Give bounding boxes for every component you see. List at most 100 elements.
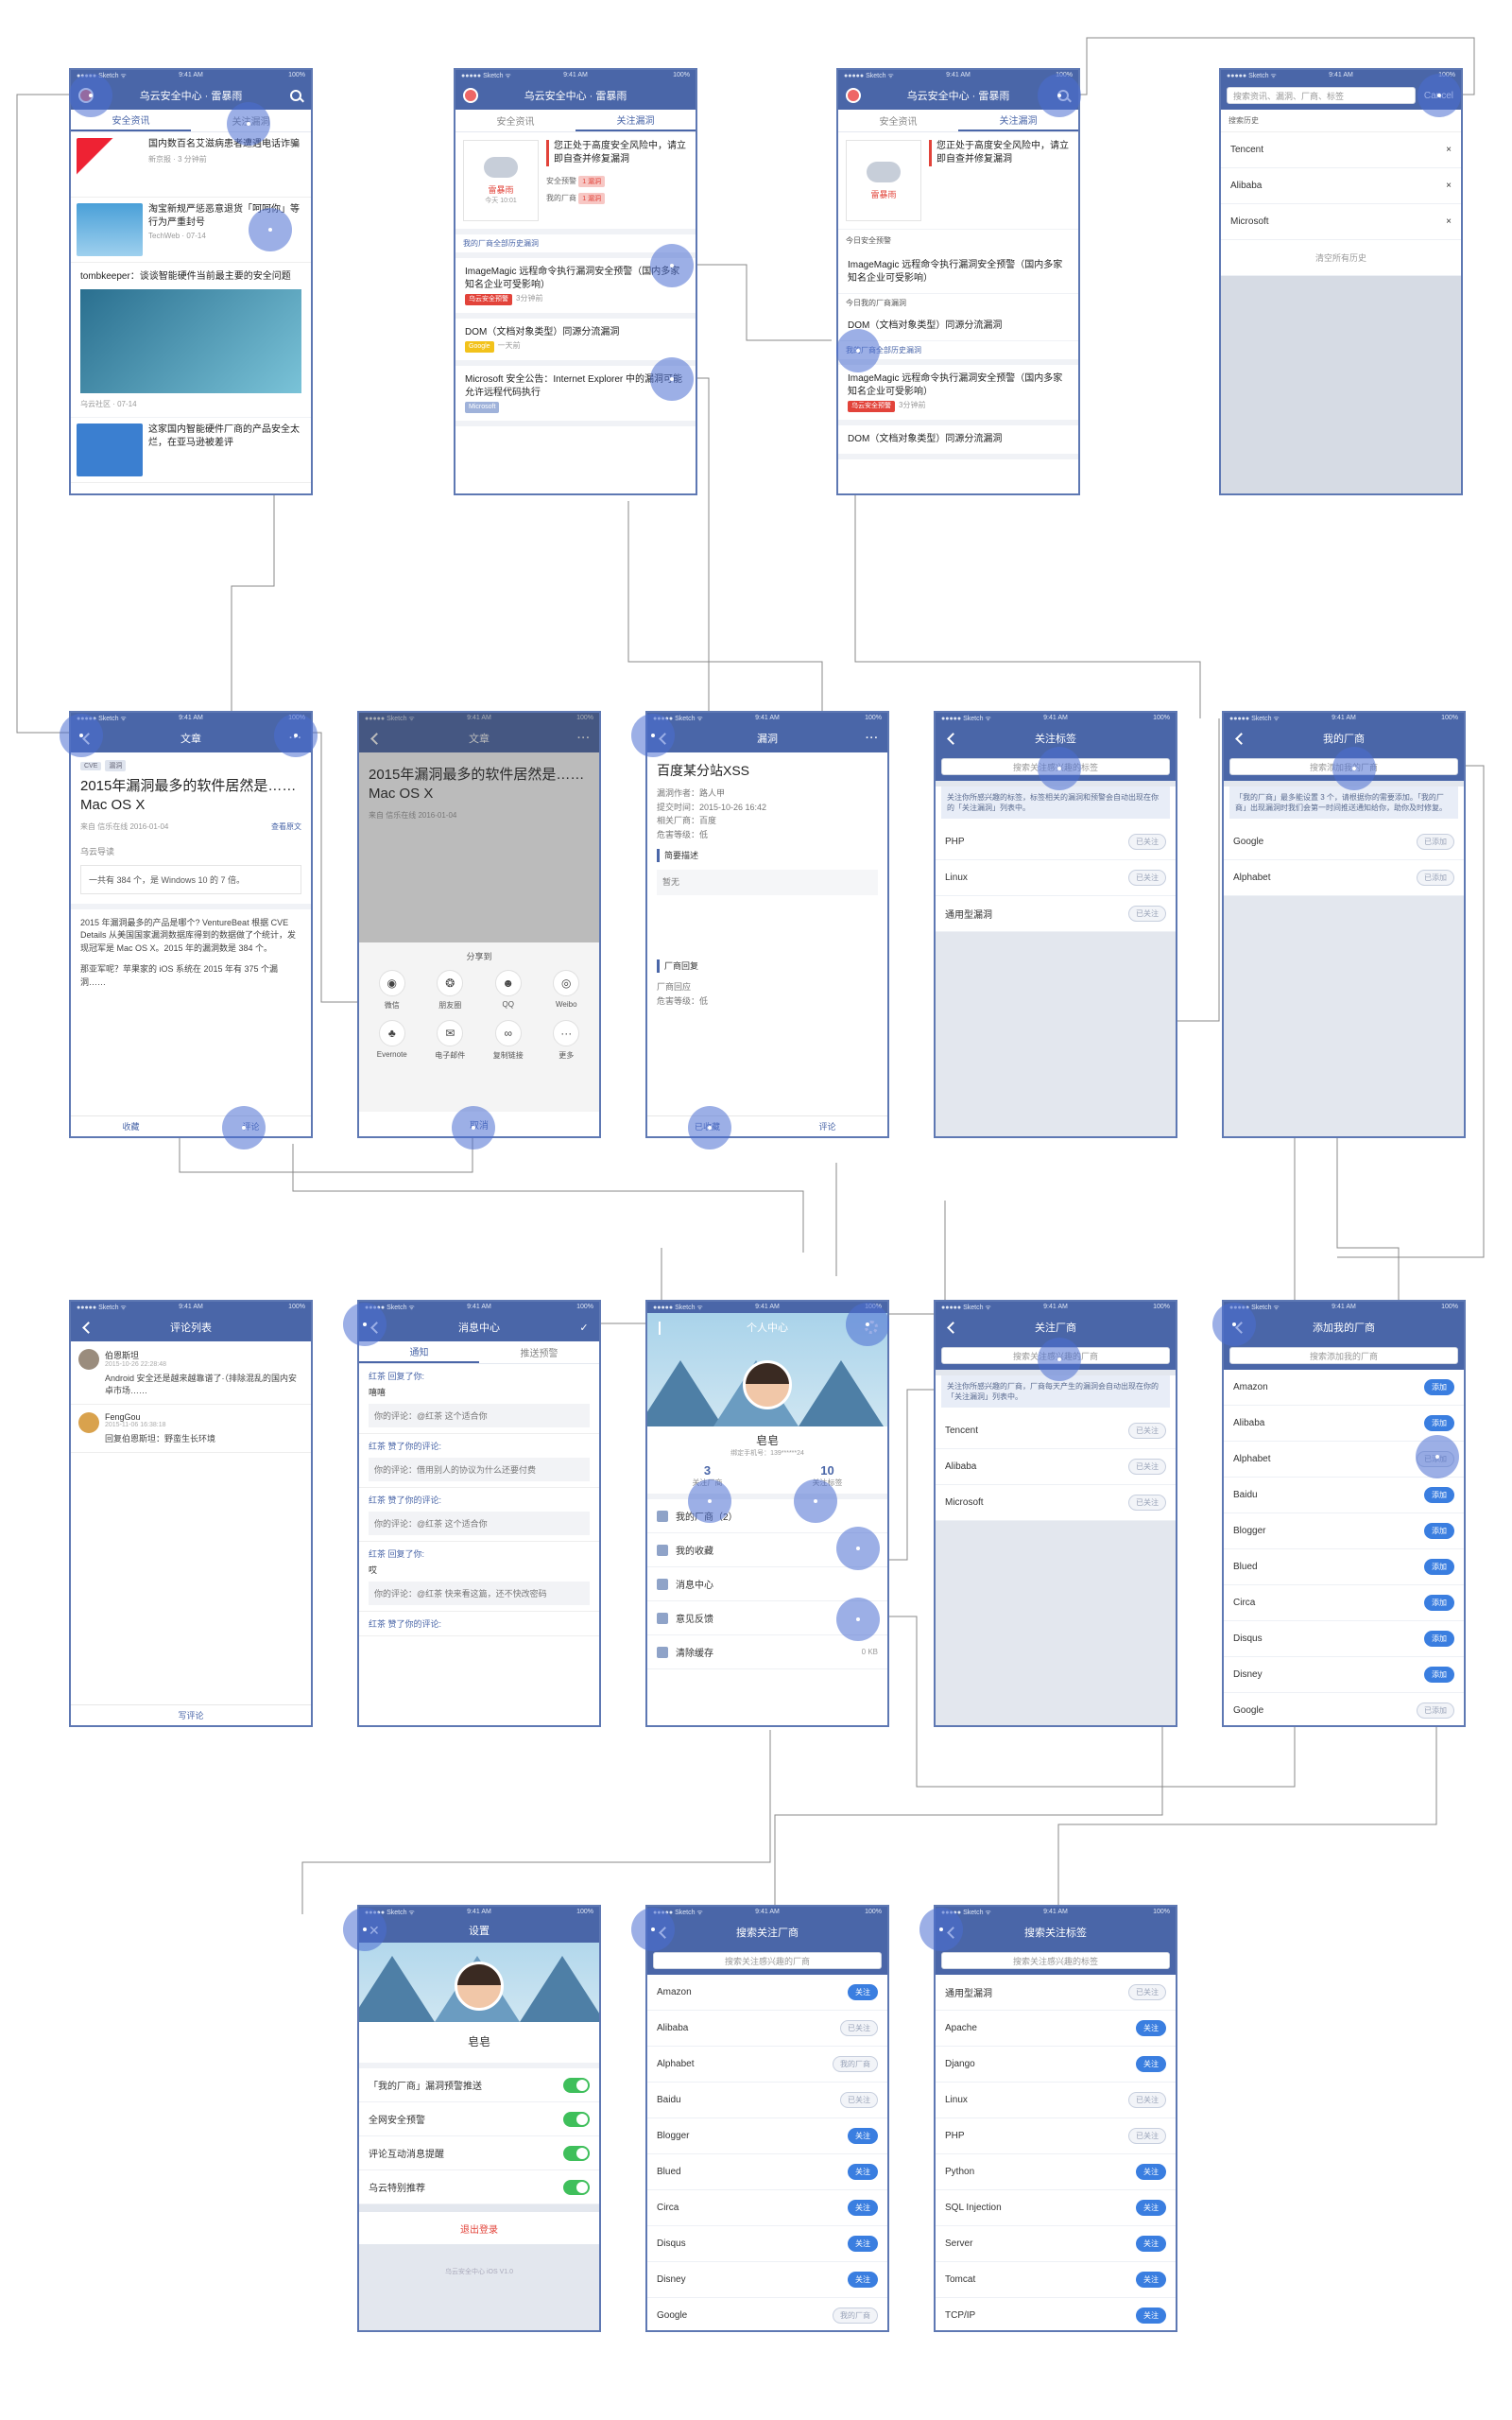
list-item[interactable]: Disney 关注 [647, 2262, 887, 2298]
tab-watched-vulns[interactable]: 关注漏洞 [958, 110, 1078, 131]
vendor-search-input[interactable]: 搜索添加我的厂商 [1229, 758, 1458, 775]
comment-button[interactable]: 评论 [767, 1116, 887, 1136]
list-item[interactable]: DOM（文档对象类型）同源分流漏洞 [838, 425, 1078, 459]
status-pill[interactable]: 添加 [1424, 1487, 1454, 1503]
list-item[interactable]: Circa 关注 [647, 2190, 887, 2226]
message-item[interactable]: 红茶 赞了你的评论: 你的评论：@红茶 这个适合你 [359, 1488, 599, 1542]
toggle-switch[interactable] [563, 2145, 590, 2161]
back-button[interactable] [78, 731, 94, 746]
close-button[interactable]: ✕ [369, 1923, 380, 1939]
list-item[interactable]: SQL Injection 关注 [936, 2190, 1176, 2226]
list-item[interactable]: Linux 已关注 [936, 860, 1176, 897]
status-pill[interactable]: 添加 [1424, 1667, 1454, 1683]
search-button[interactable] [1056, 87, 1071, 104]
toggle-switch[interactable] [563, 2111, 590, 2127]
search-button[interactable] [288, 87, 303, 104]
history-item[interactable]: Microsoft × [1221, 204, 1461, 240]
status-pill[interactable]: 添加 [1424, 1379, 1454, 1395]
list-item[interactable]: Microsoft 安全公告：Internet Explorer 中的漏洞可能允… [455, 366, 696, 426]
list-item[interactable]: Google 我的厂商 [647, 2298, 887, 2330]
status-pill[interactable]: 已添加 [1417, 1703, 1454, 1719]
list-item[interactable]: ImageMagic 远程命令执行漏洞安全预警（国内多家知名企业可受影响） 乌云安… [838, 365, 1078, 425]
cancel-button[interactable]: Cancel [1424, 87, 1453, 104]
list-item[interactable]: Baidu 添加 [1224, 1478, 1464, 1513]
list-item[interactable]: Disney 添加 [1224, 1657, 1464, 1693]
mark-read-button[interactable]: ✓ [576, 1319, 592, 1336]
setting-comment-notify[interactable]: 评论互动消息提醒 [359, 2136, 599, 2170]
close-icon[interactable]: × [1446, 145, 1452, 155]
list-item[interactable]: Linux 已关注 [936, 2083, 1176, 2118]
stat-vendors[interactable]: 3 关注厂商 [647, 1458, 767, 1494]
list-item[interactable]: Google 已添加 [1224, 824, 1464, 861]
status-pill[interactable]: 关注 [848, 1984, 878, 2000]
tab-security-news[interactable]: 安全资讯 [838, 110, 958, 131]
list-item[interactable]: Tencent 已关注 [936, 1413, 1176, 1450]
back-button[interactable] [1231, 731, 1247, 746]
status-pill[interactable]: 添加 [1424, 1523, 1454, 1539]
status-pill[interactable]: 我的厂商 [833, 2056, 878, 2072]
back-button[interactable] [655, 731, 671, 746]
list-item[interactable]: PHP 已关注 [936, 2118, 1176, 2154]
list-item[interactable]: Disqus 添加 [1224, 1621, 1464, 1657]
list-item[interactable]: Python 关注 [936, 2154, 1176, 2190]
status-pill[interactable]: 已关注 [840, 2020, 878, 2036]
risk-alert-card[interactable]: 雷暴雨 您正处于高度安全风险中，请立即自查并修复漏洞 [838, 132, 1078, 230]
comment-button[interactable]: 评论 [191, 1116, 311, 1136]
favorite-button[interactable]: 收藏 [71, 1116, 191, 1136]
list-item[interactable]: Django 关注 [936, 2047, 1176, 2083]
share-wechat[interactable]: ◉ 微信 [363, 970, 421, 1011]
vendor-search-input[interactable]: 搜索关注感兴趣的厂商 [653, 1952, 882, 1969]
avatar[interactable] [743, 1360, 792, 1409]
settings-button[interactable] [865, 1321, 878, 1334]
message-item[interactable]: 红茶 回复了你: 嘻嘻 你的评论：@红茶 这个适合你 [359, 1364, 599, 1434]
tab-watched-vulns[interactable]: 关注漏洞 [191, 110, 311, 131]
menu-favorites[interactable]: 我的收藏 [647, 1533, 887, 1567]
setting-vendor-push[interactable]: 「我的厂商」漏洞预警推送 [359, 2068, 599, 2102]
status-pill[interactable]: 关注 [1136, 2308, 1166, 2324]
list-item[interactable]: Alphabet 已添加 [1224, 860, 1464, 897]
status-pill[interactable]: 已关注 [1128, 1984, 1166, 2000]
share-weibo[interactable]: ◎ Weibo [538, 970, 596, 1011]
tab-security-news[interactable]: 安全资讯 [71, 110, 191, 131]
status-pill[interactable]: 关注 [848, 2200, 878, 2216]
close-icon[interactable]: × [1446, 181, 1452, 191]
tab-push-alerts[interactable]: 推送预警 [479, 1341, 599, 1363]
setting-recommend[interactable]: 乌云特别推荐 [359, 2170, 599, 2204]
logout-button[interactable]: 退出登录 [359, 2212, 599, 2244]
write-comment-button[interactable]: 写评论 [71, 1705, 311, 1725]
back-button[interactable] [655, 1322, 661, 1335]
history-item[interactable]: Alibaba × [1221, 168, 1461, 204]
list-item[interactable]: 这家国内智能硬件厂商的产品安全太烂，在亚马逊被差评 [71, 418, 311, 484]
list-item[interactable]: Alibaba 已关注 [647, 2011, 887, 2047]
risk-alert-card[interactable]: 雷暴雨 今天 10:01 您正处于高度安全风险中，请立即自查并修复漏洞 安全预警 … [455, 132, 696, 234]
status-pill[interactable]: 我的厂商 [833, 2308, 878, 2324]
share-more[interactable]: ··· 更多 [538, 1020, 596, 1061]
status-pill[interactable]: 关注 [1136, 2272, 1166, 2288]
list-item[interactable]: PHP 已关注 [936, 824, 1176, 861]
status-pill[interactable]: 已关注 [1128, 2092, 1166, 2108]
list-item[interactable]: Alibaba 添加 [1224, 1406, 1464, 1442]
status-pill[interactable]: 已关注 [1128, 2128, 1166, 2144]
list-item[interactable]: TCP/IP 关注 [936, 2298, 1176, 2330]
menu-my-vendors[interactable]: 我的厂商（2） [647, 1499, 887, 1533]
tab-notifications[interactable]: 通知 [359, 1341, 479, 1363]
list-item[interactable]: Server 关注 [936, 2226, 1176, 2262]
search-input[interactable]: 搜索资讯、漏洞、厂商、标签 [1227, 87, 1416, 104]
comment-item[interactable]: 伯恩斯坦 2015-10-26 22:28:48 Android 安全还是越来越靠谱… [71, 1341, 311, 1405]
status-pill[interactable]: 添加 [1424, 1559, 1454, 1575]
list-item[interactable]: 通用型漏洞 已关注 [936, 1975, 1176, 2011]
list-item[interactable]: Baidu 已关注 [647, 2083, 887, 2118]
list-item[interactable]: Amazon 关注 [647, 1975, 887, 2011]
status-pill[interactable]: 关注 [1136, 2236, 1166, 2252]
stat-tags[interactable]: 10 关注标签 [767, 1458, 887, 1494]
tag-search-input[interactable]: 搜索关注感兴趣的标签 [941, 758, 1170, 775]
profile-avatar-button[interactable] [846, 88, 861, 103]
toggle-switch[interactable] [563, 2179, 590, 2195]
favorite-button[interactable]: 已收藏 [647, 1116, 767, 1136]
list-item[interactable]: Amazon 添加 [1224, 1370, 1464, 1406]
status-pill[interactable]: 添加 [1424, 1595, 1454, 1611]
list-item[interactable]: Tomcat 关注 [936, 2262, 1176, 2298]
status-pill[interactable]: 关注 [848, 2236, 878, 2252]
back-button[interactable] [943, 731, 959, 746]
message-item[interactable]: 红茶 赞了你的评论: [359, 1612, 599, 1636]
